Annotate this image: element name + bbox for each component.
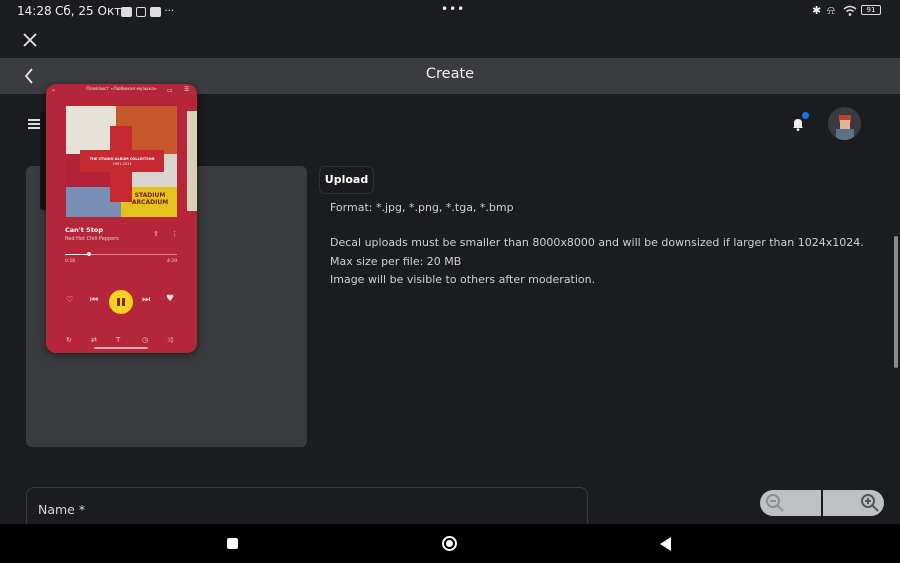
format-text: Format: *.jpg, *.png, *.tga, *.bmp <box>330 201 514 214</box>
vk-icon <box>121 7 132 17</box>
close-icon[interactable] <box>23 33 37 47</box>
cast-icon[interactable]: ▭ <box>167 87 173 94</box>
progress-fill <box>65 254 89 255</box>
queue-icon[interactable]: ☰ <box>184 86 189 93</box>
album-text-3: STADIUM ARCADIUM <box>131 192 169 206</box>
track-title: Can't Stop <box>65 226 104 234</box>
player-header: Плейлист «Любимая музыка» <box>86 87 157 92</box>
status-date: Сб, 25 Окт <box>55 4 122 18</box>
dislike-icon[interactable]: ♡ <box>66 295 73 304</box>
bluetooth-icon: ✱ <box>812 4 822 17</box>
notifications-button[interactable] <box>790 112 809 136</box>
progress-knob[interactable] <box>86 252 91 256</box>
avatar[interactable] <box>828 107 861 140</box>
next-album-peek <box>187 111 197 211</box>
battery-level: 91 <box>866 6 876 14</box>
battery-icon: 91 <box>861 5 881 15</box>
player-home-indicator <box>94 347 148 349</box>
avatar-image <box>836 115 854 140</box>
previous-icon[interactable]: ⏮ <box>90 295 98 305</box>
pause-button[interactable] <box>109 290 133 314</box>
home-icon[interactable] <box>442 536 457 551</box>
recents-icon[interactable] <box>227 538 238 549</box>
moderation-text: Image will be visible to others after mo… <box>330 273 596 286</box>
max-size-text: Max size per file: 20 MB <box>330 255 462 268</box>
more-notifications-icon: ··· <box>164 6 175 17</box>
close-bar <box>0 22 900 58</box>
timer-icon[interactable]: ◷ <box>142 336 148 344</box>
album-text-2: 1991-2011 <box>112 162 132 166</box>
size-limit-text: Decal uploads must be smaller than 8000x… <box>330 236 864 249</box>
upload-button[interactable]: Upload <box>319 166 374 194</box>
next-icon[interactable]: ⏭ <box>142 295 150 305</box>
name-label: Name * <box>38 502 86 517</box>
album-artwork: THE STUDIO ALBUM COLLECTION 1991-2011 ST… <box>66 106 177 217</box>
progress-bar[interactable] <box>65 252 177 256</box>
elapsed-time: 0:56 <box>65 259 76 264</box>
duration-time: 4:29 <box>167 259 178 264</box>
share-icon[interactable]: ⇪ <box>153 230 159 238</box>
notification-dot <box>802 112 809 119</box>
mail-icon <box>135 7 146 17</box>
pause-icon <box>117 298 120 306</box>
repeat-icon[interactable]: ↻ <box>66 336 72 344</box>
muted-bell-icon: ⍾ <box>827 3 835 17</box>
status-time: 14:28 <box>17 4 52 18</box>
like-heart-icon[interactable]: ♥ <box>166 294 174 304</box>
zoom-out-icon <box>766 494 784 512</box>
equalizer-icon[interactable]: ⇄ <box>91 336 97 344</box>
track-artist: Red Hot Chili Peppers <box>65 236 119 242</box>
system-nav-bar <box>0 524 900 563</box>
music-player-window[interactable]: ⌄ Плейлист «Любимая музыка» ▭ ☰ THE STUD… <box>46 84 197 353</box>
wifi-icon <box>843 5 857 16</box>
lyrics-icon[interactable]: T <box>116 336 120 344</box>
page-title: Create <box>425 66 475 82</box>
back-nav-icon[interactable] <box>660 537 672 551</box>
scrollbar[interactable] <box>894 236 898 368</box>
zoom-control <box>760 490 884 516</box>
shuffle-icon[interactable]: ⤨ <box>167 336 173 345</box>
notification-icons: ··· <box>121 6 174 20</box>
zoom-out-button[interactable] <box>760 490 821 516</box>
zoom-in-button[interactable] <box>823 490 884 516</box>
more-icon[interactable]: ⋮ <box>171 230 178 238</box>
status-bar: 14:28 Сб, 25 Окт ··· ••• ✱ ⍾ 91 <box>0 0 900 22</box>
youtube-icon <box>149 7 161 17</box>
window-menu-dots[interactable]: ••• <box>441 2 465 16</box>
album-text-1: THE STUDIO ALBUM COLLECTION <box>89 157 155 161</box>
zoom-in-icon <box>861 494 879 512</box>
